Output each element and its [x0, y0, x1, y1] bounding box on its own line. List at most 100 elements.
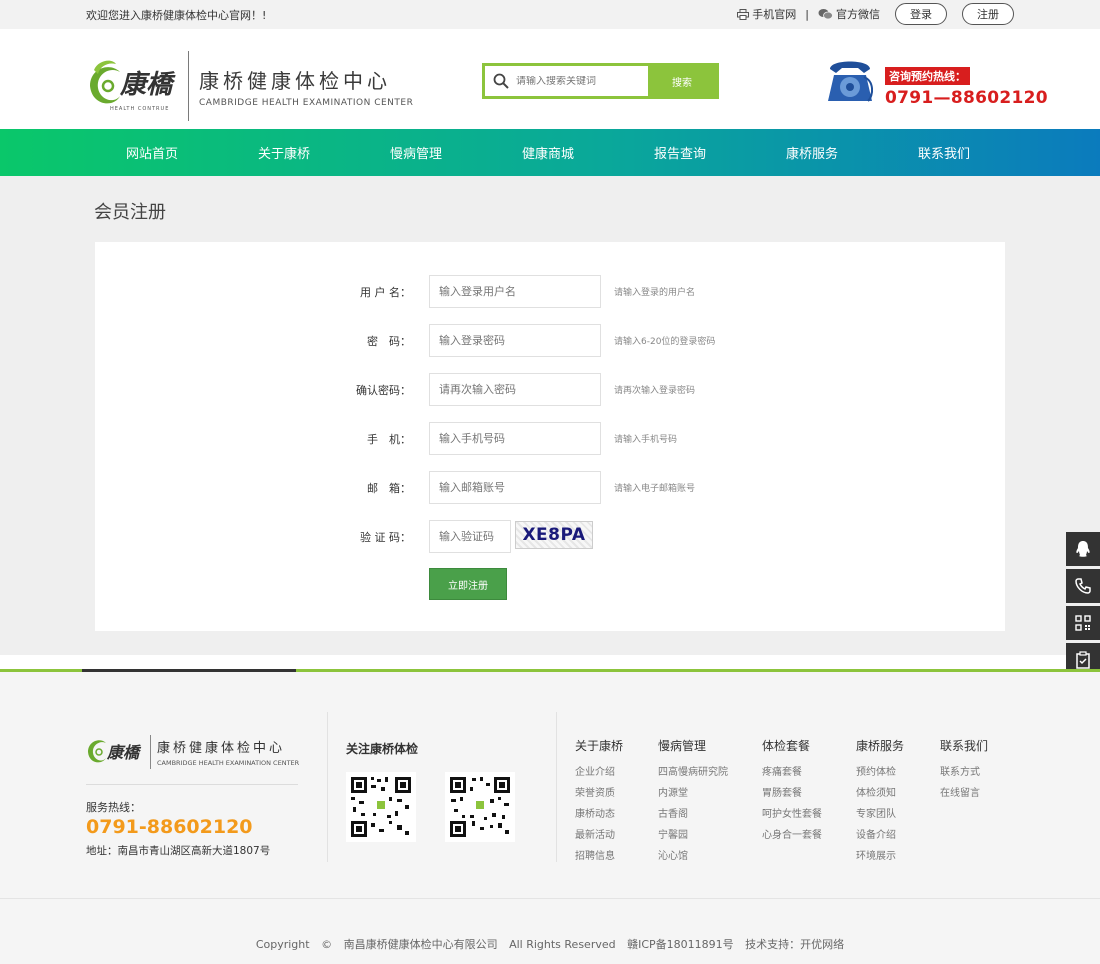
clipboard-icon [1076, 651, 1090, 669]
footer-link[interactable]: 专家团队 [856, 805, 940, 820]
phone-label: 手 机： [367, 433, 411, 446]
qrcode-wechat [346, 772, 416, 842]
footer-logo-name-en: CAMBRIDGE HEALTH EXAMINATION CENTER [157, 759, 300, 767]
username-input[interactable] [429, 275, 601, 308]
wechat-link[interactable]: 官方微信 [818, 6, 880, 22]
footer-link[interactable]: 呵护女性套餐 [762, 805, 856, 820]
form-row-username: 用 户 名： 请输入登录的用户名 [95, 275, 1005, 308]
logo-mark-sub: HEALTH CONTRUE [110, 106, 170, 112]
email-input[interactable] [429, 471, 601, 504]
confirm-password-input[interactable] [429, 373, 601, 406]
footer-link-columns: 关于康桥 企业介绍 荣誉资质 康桥动态 最新活动 招聘信息 慢病管理 四高慢病研… [575, 737, 1010, 868]
footer-link[interactable]: 设备介绍 [856, 826, 940, 841]
footer-link[interactable]: 疼痛套餐 [762, 763, 856, 778]
password-input[interactable] [429, 324, 601, 357]
search-input[interactable] [516, 75, 641, 87]
top-bar: 欢迎您进入康桥健康体检中心官网！! 手机官网 | 官方微信 登录 注册 [0, 0, 1100, 29]
footer-link[interactable]: 最新活动 [575, 826, 658, 841]
side-tool-qq[interactable] [1066, 532, 1100, 566]
footer-address: 地址：南昌市青山湖区高新大道1807号 [86, 845, 271, 857]
footer-col-title[interactable]: 慢病管理 [658, 737, 762, 754]
site-logo[interactable]: 康橋 HEALTH CONTRUE 康桥健康体检中心 CAMBRIDGE HEA… [86, 51, 413, 121]
register-form: 用 户 名： 请输入登录的用户名 密 码： 请输入6-20位的登录密码 确认密码… [95, 242, 1005, 631]
footer-link[interactable]: 企业介绍 [575, 763, 658, 778]
printer-icon [737, 8, 750, 20]
side-tool-qrcode[interactable] [1066, 606, 1100, 640]
phone-hint: 请输入手机号码 [614, 435, 678, 445]
icp-number[interactable]: 赣ICP备18011891号 [627, 938, 734, 951]
form-row-confirm-password: 确认密码： 请再次输入登录密码 [95, 373, 1005, 406]
footer-col-title[interactable]: 体检套餐 [762, 737, 856, 754]
mobile-site-link[interactable]: 手机官网 [737, 6, 796, 22]
email-hint: 请输入电子邮箱账号 [614, 484, 696, 494]
submit-register-button[interactable]: 立即注册 [429, 568, 507, 600]
footer-col-title[interactable]: 关于康桥 [575, 737, 658, 754]
footer-link[interactable]: 康桥动态 [575, 805, 658, 820]
form-row-phone: 手 机： 请输入手机号码 [95, 422, 1005, 455]
logo-divider [188, 51, 189, 121]
confirm-password-hint: 请再次输入登录密码 [614, 386, 696, 396]
footer-col-title[interactable]: 联系我们 [940, 737, 1010, 754]
footer-col-title[interactable]: 康桥服务 [856, 737, 940, 754]
footer-vertical-divider [556, 712, 557, 862]
password-label: 密 码： [367, 335, 411, 348]
main-nav: 网站首页 关于康桥 慢病管理 健康商城 报告查询 康桥服务 联系我们 [0, 129, 1100, 176]
top-bar-links: 手机官网 | 官方微信 登录 注册 [737, 3, 1014, 25]
copyright-company: 南昌康桥健康体检中心有限公司 [343, 938, 498, 951]
footer-link[interactable]: 荣誉资质 [575, 784, 658, 799]
email-label: 邮 箱： [367, 482, 411, 495]
copyright-symbol: © [321, 938, 333, 951]
logo-mark-text: 康橋 [120, 70, 173, 100]
logo-name-en: CAMBRIDGE HEALTH EXAMINATION CENTER [199, 97, 414, 108]
form-row-captcha: 验 证 码： XE8PA [95, 520, 1005, 553]
form-row-email: 邮 箱： 请输入电子邮箱账号 [95, 471, 1005, 504]
nav-item-report[interactable]: 报告查询 [614, 129, 746, 176]
footer-link[interactable]: 古香阁 [658, 805, 762, 820]
footer-vertical-divider [327, 712, 328, 862]
telephone-icon [828, 61, 874, 102]
footer-link[interactable]: 四高慢病研究院 [658, 763, 762, 778]
qrcode-image-icon [448, 775, 512, 839]
footer-bottom-divider [0, 898, 1100, 899]
nav-item-home[interactable]: 网站首页 [86, 129, 218, 176]
side-toolbar [1066, 532, 1100, 680]
mobile-site-label: 手机官网 [752, 8, 797, 21]
footer-link[interactable]: 体检须知 [856, 784, 940, 799]
footer-link[interactable]: 预约体检 [856, 763, 940, 778]
footer-logo[interactable]: 康橋 康桥健康体检中心 CAMBRIDGE HEALTH EXAMINATION… [86, 734, 299, 770]
logo-mark: 康橋 HEALTH CONTRUE [86, 56, 182, 116]
nav-item-chronic[interactable]: 慢病管理 [350, 129, 482, 176]
footer-link[interactable]: 宁馨园 [658, 826, 762, 841]
footer-hotline-number: 0791-88602120 [86, 816, 253, 838]
footer-link[interactable]: 在线留言 [940, 784, 1010, 799]
confirm-password-label: 确认密码： [356, 384, 411, 397]
footer-link[interactable]: 心身合一套餐 [762, 826, 856, 841]
copyright-text: Copyright [255, 938, 310, 951]
captcha-image[interactable]: XE8PA [515, 521, 593, 549]
footer-col-about: 关于康桥 企业介绍 荣誉资质 康桥动态 最新活动 招聘信息 [575, 737, 658, 868]
nav-item-about[interactable]: 关于康桥 [218, 129, 350, 176]
footer-link[interactable]: 招聘信息 [575, 847, 658, 862]
footer-col-packages: 体检套餐 疼痛套餐 胃肠套餐 呵护女性套餐 心身合一套餐 [762, 737, 856, 868]
footer-link[interactable]: 环境展示 [856, 847, 940, 862]
footer-link[interactable]: 内源堂 [658, 784, 762, 799]
phone-input[interactable] [429, 422, 601, 455]
footer-top-accent [82, 669, 296, 672]
captcha-input[interactable] [429, 520, 511, 553]
login-button[interactable]: 登录 [895, 3, 947, 25]
search-box: 搜索 [482, 63, 719, 99]
tech-support[interactable]: 技术支持：开优网络 [745, 938, 844, 951]
footer-link[interactable]: 联系方式 [940, 763, 1010, 778]
welcome-text: 欢迎您进入康桥健康体检中心官网！! [86, 9, 267, 22]
search-button[interactable]: 搜索 [648, 66, 716, 96]
hotline-number: 0791—88602120 [885, 88, 1048, 108]
wechat-icon [818, 9, 833, 20]
footer-link[interactable]: 胃肠套餐 [762, 784, 856, 799]
nav-item-contact[interactable]: 联系我们 [878, 129, 1010, 176]
side-tool-phone[interactable] [1066, 569, 1100, 603]
register-button[interactable]: 注册 [962, 3, 1014, 25]
logo-name-cn: 康桥健康体检中心 [199, 68, 391, 93]
nav-item-mall[interactable]: 健康商城 [482, 129, 614, 176]
nav-item-service[interactable]: 康桥服务 [746, 129, 878, 176]
footer-link[interactable]: 沁心馆 [658, 847, 762, 862]
